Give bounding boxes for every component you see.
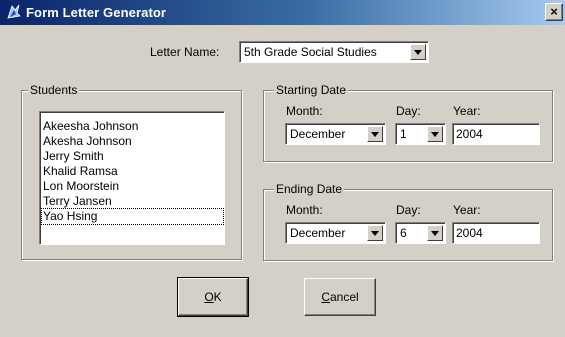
list-item[interactable]: Akeesha Johnson: [42, 119, 138, 134]
end-year-label: Year:: [453, 203, 481, 217]
start-year-label: Year:: [453, 104, 481, 118]
end-day-select[interactable]: 6: [395, 222, 446, 244]
start-year-input[interactable]: 2004: [452, 123, 540, 145]
end-day-label: Day:: [396, 203, 421, 217]
chevron-down-icon[interactable]: [367, 225, 383, 241]
end-month-value: December: [290, 226, 346, 240]
close-icon: ×: [550, 4, 558, 19]
ending-date-legend: Ending Date: [274, 182, 345, 196]
start-day-select[interactable]: 1: [395, 123, 446, 145]
students-legend: Students: [28, 83, 80, 97]
ok-label: K: [213, 290, 222, 304]
chevron-down-icon[interactable]: [427, 225, 443, 241]
close-button[interactable]: ×: [545, 3, 563, 21]
chevron-down-icon[interactable]: [367, 126, 383, 142]
cancel-button[interactable]: Cancel: [304, 278, 376, 316]
end-year-input[interactable]: 2004: [452, 222, 540, 244]
starting-date-legend: Starting Date: [274, 83, 349, 97]
end-year-value: 2004: [456, 226, 483, 240]
end-day-value: 6: [400, 226, 407, 240]
start-day-label: Day:: [396, 104, 421, 118]
cancel-label: ancel: [329, 290, 359, 304]
start-month-value: December: [290, 127, 346, 141]
end-month-select[interactable]: December: [285, 222, 386, 244]
ending-date-group: Ending Date Month: Day: Year: December 6…: [263, 182, 553, 261]
chevron-down-icon[interactable]: [427, 126, 443, 142]
start-year-value: 2004: [456, 127, 483, 141]
list-item[interactable]: Terry Jansen: [42, 194, 112, 209]
list-item[interactable]: Lon Moorstein: [42, 179, 119, 194]
form-letter-window: Form Letter Generator × Letter Name: 5th…: [0, 0, 565, 337]
chevron-down-icon[interactable]: [410, 44, 426, 60]
start-month-label: Month:: [286, 104, 323, 118]
list-item[interactable]: Yao Hsing: [41, 208, 224, 225]
title-bar[interactable]: Form Letter Generator ×: [0, 0, 565, 25]
start-day-value: 1: [400, 127, 407, 141]
ok-mnemonic: O: [204, 290, 214, 304]
window-title: Form Letter Generator: [26, 5, 167, 20]
list-item[interactable]: Khalid Ramsa: [42, 164, 118, 179]
end-month-label: Month:: [286, 203, 323, 217]
start-month-select[interactable]: December: [285, 123, 386, 145]
cancel-mnemonic: C: [321, 290, 330, 304]
starting-date-group: Starting Date Month: Day: Year: December…: [263, 83, 553, 162]
list-item[interactable]: Jerry Smith: [42, 149, 104, 164]
letter-name-label: Letter Name:: [150, 45, 220, 59]
letter-name-value: 5th Grade Social Studies: [244, 45, 377, 59]
ok-button[interactable]: OK: [177, 277, 249, 317]
list-item[interactable]: Akesha Johnson: [42, 134, 132, 149]
letter-name-select[interactable]: 5th Grade Social Studies: [239, 41, 429, 63]
students-list[interactable]: Akeesha Johnson Akesha Johnson Jerry Smi…: [39, 111, 225, 245]
students-group: Students Akeesha Johnson Akesha Johnson …: [21, 83, 242, 260]
app-icon: [7, 4, 21, 19]
